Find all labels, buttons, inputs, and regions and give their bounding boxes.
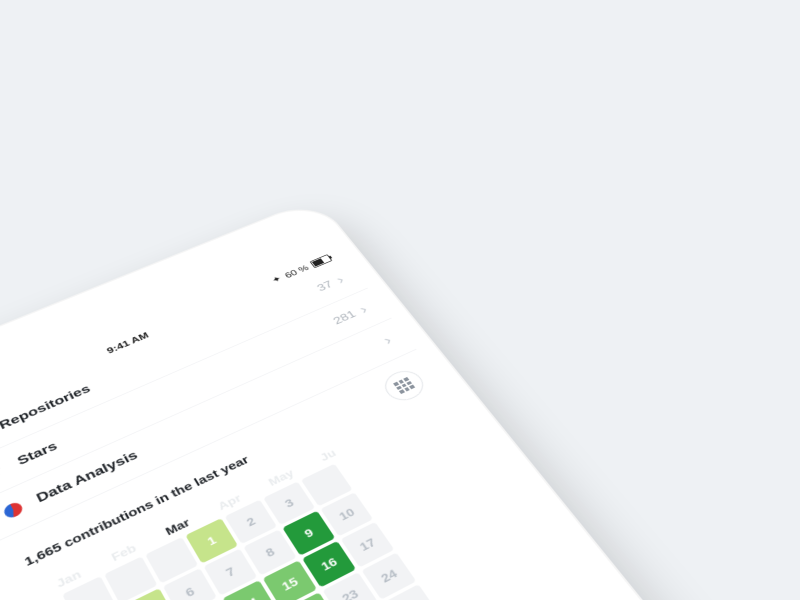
bluetooth-icon: ✦	[270, 274, 284, 286]
screen: 9:41 AM ✦ 60 % Repositories 37 ›	[0, 246, 741, 600]
month-label[interactable]: Ju	[318, 447, 339, 464]
chevron-right-icon: ›	[356, 303, 371, 317]
phone-frame: 9:41 AM ✦ 60 % Repositories 37 ›	[0, 197, 800, 600]
grid-icon	[393, 377, 415, 394]
chevron-right-icon: ›	[333, 273, 347, 287]
star-icon: ★	[0, 461, 9, 484]
pie-chart-icon	[0, 499, 27, 521]
